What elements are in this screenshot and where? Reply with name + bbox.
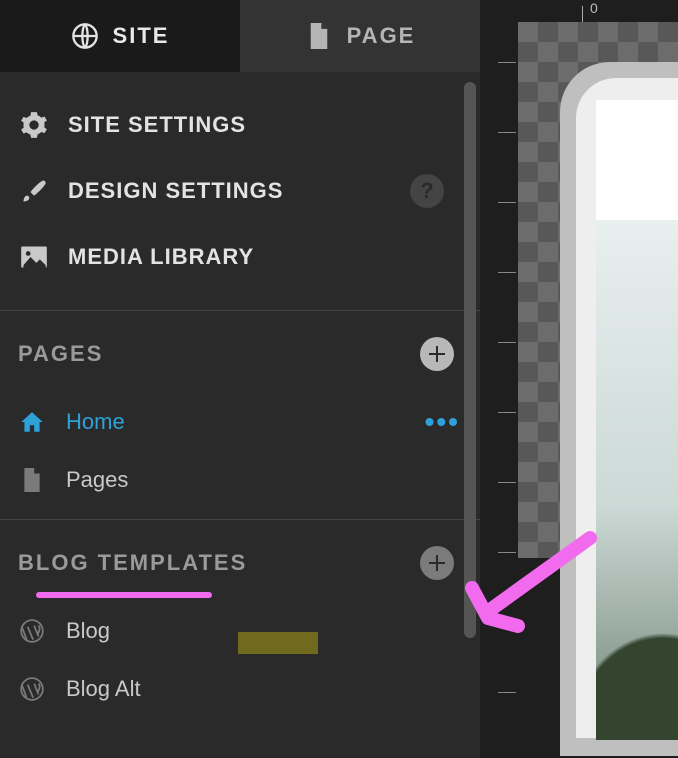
brush-icon [20,177,48,205]
device-frame [560,62,678,756]
ruler-tick-zero: 0 [590,0,598,16]
preview-hero-image [596,220,678,740]
wordpress-icon [18,617,46,645]
design-settings-label: DESIGN SETTINGS [68,178,410,204]
canvas-area: 0 [480,0,678,758]
globe-icon [71,22,99,50]
preview-header [596,100,678,220]
blog-templates-heading: BLOG TEMPLATES [18,550,420,576]
blog-item-blog-alt[interactable]: Blog Alt [18,660,480,718]
sidebar-panel: SITE PAGE SITE SETTINGS [0,0,480,758]
gear-icon [20,111,48,139]
sidebar-scrollbar[interactable] [464,82,476,638]
page-pages-label: Pages [66,467,460,493]
tab-page-label: PAGE [347,23,416,49]
tab-page[interactable]: PAGE [240,0,480,72]
scrollbar-thumb[interactable] [464,82,476,638]
site-logo-icon [668,133,678,187]
blog-alt-label: Blog Alt [66,676,460,702]
nav-section: SITE SETTINGS DESIGN SETTINGS ? [0,72,480,311]
page-item-menu-button[interactable]: ••• [425,418,460,426]
ruler-horizontal: 0 [518,0,678,22]
media-library-label: MEDIA LIBRARY [68,244,474,270]
home-icon [18,408,46,436]
add-blog-template-button[interactable] [420,546,454,580]
wordpress-icon [18,675,46,703]
ruler-vertical [498,22,518,758]
nav-site-settings[interactable]: SITE SETTINGS [14,92,480,158]
tab-site[interactable]: SITE [0,0,240,72]
image-icon [20,243,48,271]
page-icon [18,466,46,494]
pages-heading: PAGES [18,341,420,367]
page-icon [305,22,333,50]
nav-media-library[interactable]: MEDIA LIBRARY [14,224,480,290]
page-item-home[interactable]: Home ••• [18,393,480,451]
page-item-pages[interactable]: Pages [18,451,480,509]
pages-section: PAGES Home ••• [0,311,480,520]
sidebar-tabs: SITE PAGE [0,0,480,72]
nav-design-settings[interactable]: DESIGN SETTINGS ? [14,158,480,224]
tab-site-label: SITE [113,23,170,49]
blog-templates-section: BLOG TEMPLATES Blog [0,520,480,728]
help-icon[interactable]: ? [410,174,444,208]
add-page-button[interactable] [420,337,454,371]
annotation-highlight [238,632,318,654]
site-settings-label: SITE SETTINGS [68,112,474,138]
annotation-underline [36,592,212,598]
page-home-label: Home [66,409,425,435]
